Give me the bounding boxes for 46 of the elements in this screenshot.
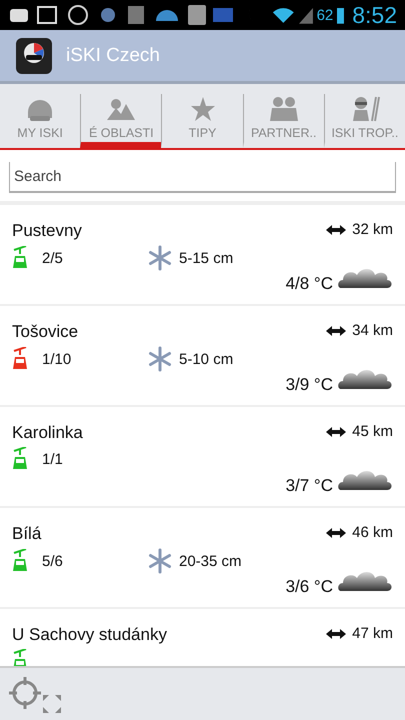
wifi-icon xyxy=(272,5,295,25)
locate-icon[interactable] xyxy=(8,676,42,710)
resort-row[interactable]: Karolinka 1/1 45 km 3/7 °C xyxy=(0,407,405,508)
distance: 45 km xyxy=(352,423,393,440)
temperature: 3/7 °C xyxy=(286,476,333,496)
temperature: 4/8 °C xyxy=(286,274,333,294)
temperature: 3/9 °C xyxy=(286,375,333,395)
snowflake-icon xyxy=(147,346,173,372)
lifts-open: 1/1 xyxy=(42,450,63,468)
resort-name: U Sachovy studánky xyxy=(12,625,167,645)
lifts-open: 5/6 xyxy=(42,552,63,570)
battery-icon xyxy=(337,5,344,25)
lifts-open: 1/10 xyxy=(42,350,72,368)
snow-depth: 20-35 cm xyxy=(179,552,242,570)
distance: 34 km xyxy=(352,322,393,339)
resort-row[interactable]: Tošovice 1/10 5-10 cm 34 km 3/9 °C xyxy=(0,306,405,407)
app-title: iSKI Czech xyxy=(66,44,160,66)
distance: 47 km xyxy=(352,625,393,642)
clock: 8:52 xyxy=(352,2,397,28)
snow-depth: 5-10 cm xyxy=(179,350,234,368)
resort-row[interactable]: Bílá 5/6 20-35 cm 46 km 3/6 °C xyxy=(0,508,405,609)
distance-arrow-icon xyxy=(326,326,346,336)
snow-depth: 5-15 cm xyxy=(179,250,234,266)
search-field[interactable]: Search xyxy=(9,162,396,193)
distance: 32 km xyxy=(352,221,393,238)
snowflake-icon xyxy=(147,245,173,271)
distance: 46 km xyxy=(352,524,393,541)
distance-arrow-icon xyxy=(326,528,346,538)
lifts-open: 2/5 xyxy=(42,250,63,266)
resort-row[interactable]: Pustevny 2/5 5-15 cm 32 km 4/8 °C xyxy=(0,205,405,306)
resort-name: Tošovice xyxy=(12,322,80,342)
people-icon xyxy=(268,96,299,122)
temperature: 3/6 °C xyxy=(286,577,333,597)
snowflake-icon xyxy=(147,548,173,574)
signal-icon xyxy=(298,5,313,25)
resort-name: Karolinka xyxy=(12,423,84,443)
app-logo-icon xyxy=(16,38,52,74)
distance-arrow-icon xyxy=(326,628,346,638)
resort-name: Bílá xyxy=(12,524,42,544)
battery-level: 62 xyxy=(316,6,334,24)
star-icon xyxy=(190,96,216,122)
mountain-icon xyxy=(106,96,136,122)
expand-icon[interactable] xyxy=(42,694,62,714)
distance-arrow-icon xyxy=(326,426,346,436)
resort-name: Pustevny xyxy=(12,221,83,241)
distance-arrow-icon xyxy=(326,224,346,234)
